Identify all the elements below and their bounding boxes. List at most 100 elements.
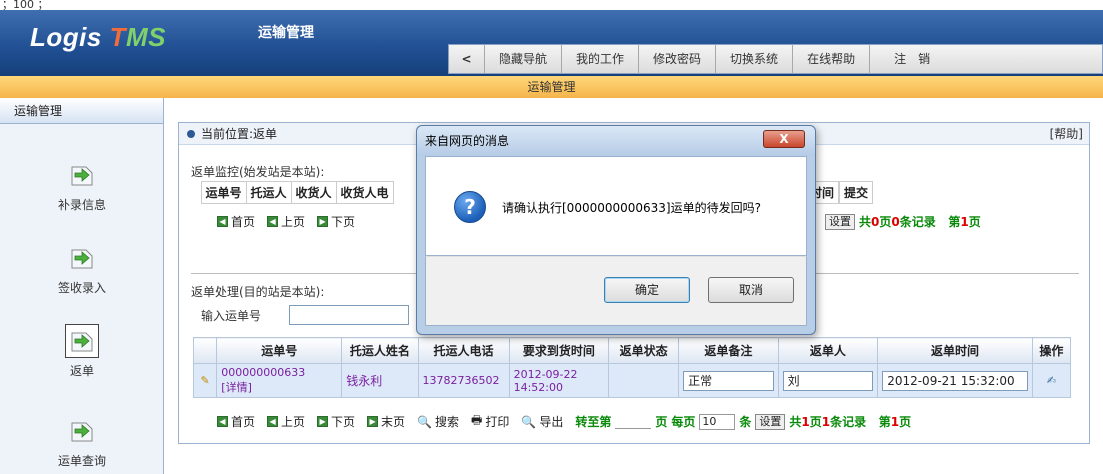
due-time: 14:52:00	[513, 380, 563, 394]
first-page-icon: ◀	[217, 416, 228, 427]
pager2-next[interactable]: ▶ 下页	[317, 413, 355, 430]
prev-page-icon: ◀	[267, 216, 279, 227]
return-time-field[interactable]: 2012-09-21 15:32:00	[882, 370, 1028, 391]
top-clipped-text: ；100 ；	[0, 0, 1103, 10]
first-page-icon: ◀	[217, 216, 228, 227]
return-person-field[interactable]: 刘	[782, 370, 874, 391]
sidebar-item-label: 补录信息	[57, 198, 106, 212]
pager1-set-button[interactable]: 设置	[825, 213, 855, 230]
logo: Logis TMS	[30, 22, 166, 52]
dialog-message: 请确认执行[0000000000633]运单的待发回吗?	[502, 201, 761, 215]
col-shipper: 托运人	[245, 181, 292, 204]
app-header: Logis TMS 运输管理 < 隐藏导航 我的工作 修改密码 切换系统 在线帮…	[0, 10, 1103, 76]
sidebar-item-label: 返单	[69, 364, 94, 378]
close-icon[interactable]: X	[763, 130, 805, 148]
top-nav: < 隐藏导航 我的工作 修改密码 切换系统 在线帮助 注 销	[448, 44, 1103, 74]
sidebar-item-supplement[interactable]: 补录信息	[0, 158, 164, 213]
last-page-icon: ▶	[367, 416, 379, 427]
grid-header-remark: 返单备注	[678, 337, 779, 364]
col-submit: 提交	[839, 181, 874, 204]
monitor-table-header: 运单号 托运人 收货人 收货人电	[191, 181, 394, 204]
pager1-prev[interactable]: ◀ 上页	[267, 213, 305, 230]
confirm-dialog: 来自网页的消息 X ? 请确认执行[0000000000633]运单的待发回吗?…	[416, 125, 816, 335]
edit-pencil-icon[interactable]: ✎	[192, 363, 218, 398]
sidebar-item-query[interactable]: 运单查询	[0, 414, 164, 469]
sidebar-item-label: 签收录入	[57, 281, 106, 295]
cancel-button[interactable]: 取消	[708, 277, 794, 303]
app-title: 运输管理	[258, 25, 314, 41]
pager2-summary: 共1页1条记录 第1页	[789, 415, 912, 429]
dialog-title: 来自网页的消息	[417, 126, 815, 156]
grid-header-shipper: 托运人姓名	[341, 337, 419, 364]
waybill-input[interactable]	[289, 305, 409, 325]
pager1-next[interactable]: ▶ 下页	[317, 213, 355, 230]
module-banner: 运输管理	[0, 76, 1103, 98]
sidebar-item-label: 运单查询	[57, 454, 106, 468]
question-icon: ?	[454, 191, 486, 223]
dialog-body: ? 请确认执行[0000000000633]运单的待发回吗?	[425, 156, 807, 256]
per-page-input[interactable]: 10	[699, 413, 736, 430]
per-page-label: 每页	[671, 415, 696, 429]
pager2-search[interactable]: 🔍 搜索	[417, 413, 459, 430]
process-section-label: 返单处理(目的站是本站):	[191, 285, 325, 299]
pager2-prev[interactable]: ◀ 上页	[267, 413, 305, 430]
table-row: ✎ 000000000633 [详情] 钱永利 13782736502 2012…	[192, 363, 1072, 398]
grid-header-time: 返单时间	[877, 337, 1033, 364]
nav-switch-system[interactable]: 切换系统	[716, 44, 794, 74]
help-link[interactable]: [帮助]	[1050, 123, 1083, 145]
grid-header-due: 要求到货时间	[508, 337, 610, 364]
monitor-section-label: 返单监控(始发站是本站):	[191, 165, 325, 179]
nav-my-work[interactable]: 我的工作	[562, 44, 640, 74]
nav-back-button[interactable]: <	[449, 44, 485, 74]
export-icon: 🔍	[521, 414, 537, 429]
arrow-doc-icon	[65, 241, 99, 275]
pager1-first[interactable]: ◀ 首页	[217, 213, 255, 230]
pager1-summary: 共0页0条记录 第1页	[859, 215, 981, 229]
grid-header-select	[192, 337, 218, 364]
return-status	[608, 363, 680, 398]
dialog-footer: 确定 取消	[425, 256, 807, 326]
detail-link[interactable]: [详情]	[221, 379, 337, 395]
shipper-name[interactable]: 钱永利	[341, 363, 419, 398]
print-icon: 🖶	[471, 413, 483, 427]
confirm-action-icon[interactable]: ✍	[1031, 363, 1072, 398]
monitor-pager-summary: 设置 共0页0条记录 第1页	[825, 213, 981, 230]
sidebar: 运输管理 补录信息 签收录入 返单 运单查询	[0, 98, 164, 474]
sidebar-header: 运输管理	[0, 98, 163, 124]
remark-field[interactable]: 正常	[683, 370, 774, 391]
goto-page-input[interactable]	[615, 415, 652, 429]
goto-label: 转至第	[575, 415, 612, 429]
grid-header-status: 返单状态	[608, 337, 680, 364]
waybill-number: 000000000633	[221, 366, 306, 379]
pager2-export[interactable]: 🔍 导出	[521, 413, 563, 430]
pager2-set-button[interactable]: 设置	[755, 413, 786, 430]
arrow-doc-icon	[65, 158, 99, 192]
monitor-pager: ◀ 首页 ◀ 上页 ▶ 下页	[217, 213, 363, 230]
shipper-phone: 13782736502	[417, 363, 510, 398]
nav-hide-navigation[interactable]: 隐藏导航	[485, 44, 563, 74]
col-waybill: 运单号	[200, 181, 247, 204]
arrow-doc-icon	[65, 414, 99, 448]
prev-page-icon: ◀	[267, 416, 279, 427]
page-unit-label: 页	[655, 415, 668, 429]
next-page-icon: ▶	[317, 216, 329, 227]
arrow-doc-icon	[65, 324, 99, 358]
grid-header-action: 操作	[1031, 337, 1072, 364]
grid-header-person: 返单人	[777, 337, 879, 364]
sidebar-item-signoff[interactable]: 签收录入	[0, 241, 164, 296]
nav-logout[interactable]: 注 销	[870, 44, 954, 74]
ok-button[interactable]: 确定	[604, 277, 690, 303]
grid-header-phone: 托运人电话	[417, 337, 510, 364]
nav-change-password[interactable]: 修改密码	[639, 44, 717, 74]
col-consignee-phone: 收货人电	[335, 181, 394, 204]
nav-online-help[interactable]: 在线帮助	[793, 44, 871, 74]
search-icon: 🔍	[417, 414, 433, 429]
pager2-print[interactable]: 🖶 打印	[471, 411, 509, 432]
next-page-icon: ▶	[317, 416, 329, 427]
grid-header-waybill: 运单号	[216, 337, 343, 364]
pager2-first[interactable]: ◀ 首页	[217, 413, 255, 430]
items-unit-label: 条	[739, 415, 752, 429]
sidebar-item-return[interactable]: 返单	[0, 324, 164, 379]
waybill-input-label: 输入运单号	[201, 309, 262, 323]
pager2-last[interactable]: ▶ 末页	[367, 413, 405, 430]
